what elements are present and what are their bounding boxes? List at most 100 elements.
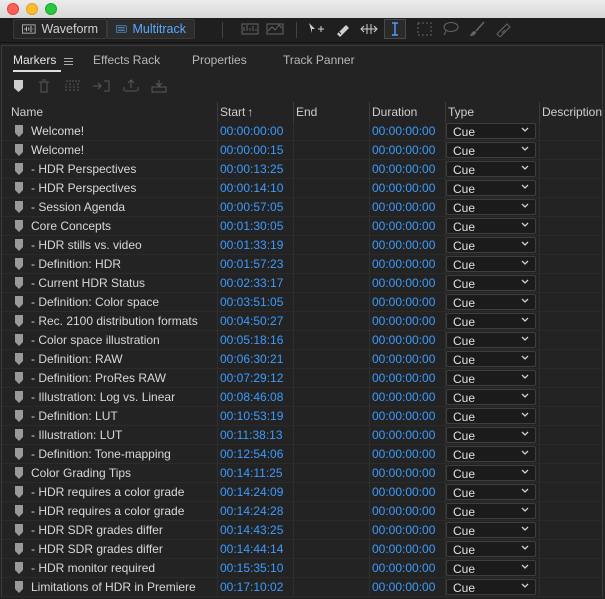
column-divider[interactable] [369, 102, 370, 122]
marker-type-select[interactable]: Cue [446, 370, 536, 386]
marker-name[interactable]: - HDR stills vs. video [31, 238, 142, 252]
marker-type-select[interactable]: Cue [446, 427, 536, 443]
spectral-frequency-icon[interactable] [241, 21, 259, 37]
table-row[interactable]: - Definition: ProRes RAW 00:07:29:12 00:00… [2, 369, 602, 388]
marker-type-select[interactable]: Cue [446, 541, 536, 557]
marker-start-time[interactable]: 00:04:50:27 [220, 314, 283, 328]
marker-name[interactable]: - Definition: LUT [31, 409, 118, 423]
brush-selection-icon[interactable] [468, 21, 486, 37]
marker-name[interactable]: - HDR requires a color grade [31, 504, 184, 518]
marker-start-time[interactable]: 00:00:13:25 [220, 162, 283, 176]
marker-duration[interactable]: 00:00:00:00 [372, 580, 435, 594]
minimize-window-button[interactable] [26, 3, 38, 15]
marker-type-select[interactable]: Cue [446, 313, 536, 329]
add-marker-icon[interactable] [10, 78, 28, 94]
marker-start-time[interactable]: 00:14:24:28 [220, 504, 283, 518]
table-row[interactable]: Limitations of HDR in Premiere 00:17:10:0… [2, 578, 602, 597]
marker-start-time[interactable]: 00:00:14:10 [220, 181, 283, 195]
marker-start-time[interactable]: 00:17:10:02 [220, 580, 283, 594]
spectral-pitch-icon[interactable] [266, 21, 284, 37]
marker-start-time[interactable]: 00:10:53:19 [220, 409, 283, 423]
table-row[interactable]: - Session Agenda 00:00:57:05 00:00:00:00 Cu… [2, 198, 602, 217]
column-divider[interactable] [217, 102, 218, 122]
marker-type-select[interactable]: Cue [446, 522, 536, 538]
marker-duration[interactable]: 00:00:00:00 [372, 561, 435, 575]
marker-type-select[interactable]: Cue [446, 446, 536, 462]
marker-type-select[interactable]: Cue [446, 560, 536, 576]
marker-duration[interactable]: 00:00:00:00 [372, 143, 435, 157]
marker-type-select[interactable]: Cue [446, 351, 536, 367]
marker-type-select[interactable]: Cue [446, 256, 536, 272]
column-divider[interactable] [539, 102, 540, 122]
marker-start-time[interactable]: 00:14:44:14 [220, 542, 283, 556]
marker-type-select[interactable]: Cue [446, 332, 536, 348]
table-row[interactable]: - Current HDR Status 00:02:33:17 00:00:00:… [2, 274, 602, 293]
column-header-description[interactable]: Description [542, 105, 602, 119]
column-header-duration[interactable]: Duration [372, 105, 417, 119]
merge-markers-icon[interactable] [64, 78, 82, 94]
marker-name[interactable]: - Illustration: LUT [31, 428, 122, 442]
marker-name[interactable]: - Definition: HDR [31, 257, 121, 271]
marker-name[interactable]: - Definition: Color space [31, 295, 159, 309]
marker-duration[interactable]: 00:00:00:00 [372, 504, 435, 518]
marker-duration[interactable]: 00:00:00:00 [372, 181, 435, 195]
table-row[interactable]: - Definition: Tone-mapping 00:12:54:06 00:… [2, 445, 602, 464]
move-tool-icon[interactable] [307, 21, 325, 37]
marker-duration[interactable]: 00:00:00:00 [372, 447, 435, 461]
table-row[interactable]: - Definition: Color space 00:03:51:05 00:0… [2, 293, 602, 312]
marker-duration[interactable]: 00:00:00:00 [372, 333, 435, 347]
marker-type-select[interactable]: Cue [446, 275, 536, 291]
marker-duration[interactable]: 00:00:00:00 [372, 390, 435, 404]
table-row[interactable]: - Color space illustration 00:05:18:16 00:… [2, 331, 602, 350]
marker-duration[interactable]: 00:00:00:00 [372, 523, 435, 537]
panel-menu-icon[interactable] [64, 58, 73, 65]
column-header-name[interactable]: Name [11, 105, 43, 119]
table-row[interactable]: Core Concepts 00:01:30:05 00:00:00:00 Cue [2, 217, 602, 236]
marker-start-time[interactable]: 00:01:30:05 [220, 219, 283, 233]
marker-start-time[interactable]: 00:01:57:23 [220, 257, 283, 271]
waveform-view-button[interactable]: Waveform [13, 19, 107, 39]
table-row[interactable]: - HDR requires a color grade 00:14:24:09 0… [2, 483, 602, 502]
table-row[interactable]: - HDR Perspectives 00:00:14:10 00:00:00:00… [2, 179, 602, 198]
tab-properties[interactable]: Properties [192, 53, 247, 67]
table-row[interactable]: - HDR stills vs. video 00:01:33:19 00:00:0… [2, 236, 602, 255]
marker-duration[interactable]: 00:00:00:00 [372, 466, 435, 480]
marker-name[interactable]: - HDR requires a color grade [31, 485, 184, 499]
marker-name[interactable]: - Session Agenda [31, 200, 125, 214]
marker-duration[interactable]: 00:00:00:00 [372, 352, 435, 366]
marker-type-select[interactable]: Cue [446, 484, 536, 500]
marker-start-time[interactable]: 00:00:57:05 [220, 200, 283, 214]
delete-marker-icon[interactable] [35, 78, 53, 94]
time-selection-tool-button[interactable] [384, 19, 406, 39]
marker-type-select[interactable]: Cue [446, 237, 536, 253]
column-divider[interactable] [445, 102, 446, 122]
marker-type-select[interactable]: Cue [446, 579, 536, 595]
tab-markers[interactable]: Markers [13, 53, 56, 67]
tab-effects-rack[interactable]: Effects Rack [93, 53, 160, 67]
marker-name[interactable]: Welcome! [31, 124, 84, 138]
zoom-window-button[interactable] [45, 3, 57, 15]
marker-name[interactable]: Core Concepts [31, 219, 111, 233]
marker-name[interactable]: - Illustration: Log vs. Linear [31, 390, 175, 404]
marker-type-select[interactable]: Cue [446, 199, 536, 215]
table-row[interactable]: - HDR SDR grades differ 00:14:43:25 00:00:… [2, 521, 602, 540]
marker-duration[interactable]: 00:00:00:00 [372, 542, 435, 556]
marker-name[interactable]: - Definition: RAW [31, 352, 123, 366]
marker-duration[interactable]: 00:00:00:00 [372, 257, 435, 271]
marker-start-time[interactable]: 00:15:35:10 [220, 561, 283, 575]
marker-name[interactable]: - Color space illustration [31, 333, 160, 347]
column-header-end[interactable]: End [296, 105, 317, 119]
marker-name[interactable]: Welcome! [31, 143, 84, 157]
marker-duration[interactable]: 00:00:00:00 [372, 485, 435, 499]
table-row[interactable]: - HDR monitor required 00:15:35:10 00:00:0… [2, 559, 602, 578]
marker-duration[interactable]: 00:00:00:00 [372, 238, 435, 252]
marker-type-select[interactable]: Cue [446, 503, 536, 519]
table-row[interactable]: - HDR SDR grades differ 00:14:44:14 00:00:… [2, 540, 602, 559]
marker-start-time[interactable]: 00:00:00:15 [220, 143, 283, 157]
marker-duration[interactable]: 00:00:00:00 [372, 124, 435, 138]
marker-duration[interactable]: 00:00:00:00 [372, 409, 435, 423]
marker-name[interactable]: - HDR Perspectives [31, 162, 136, 176]
marker-name[interactable]: - Rec. 2100 distribution formats [31, 314, 198, 328]
table-row[interactable]: - Definition: HDR 00:01:57:23 00:00:00:00 C… [2, 255, 602, 274]
column-divider[interactable] [293, 102, 294, 122]
